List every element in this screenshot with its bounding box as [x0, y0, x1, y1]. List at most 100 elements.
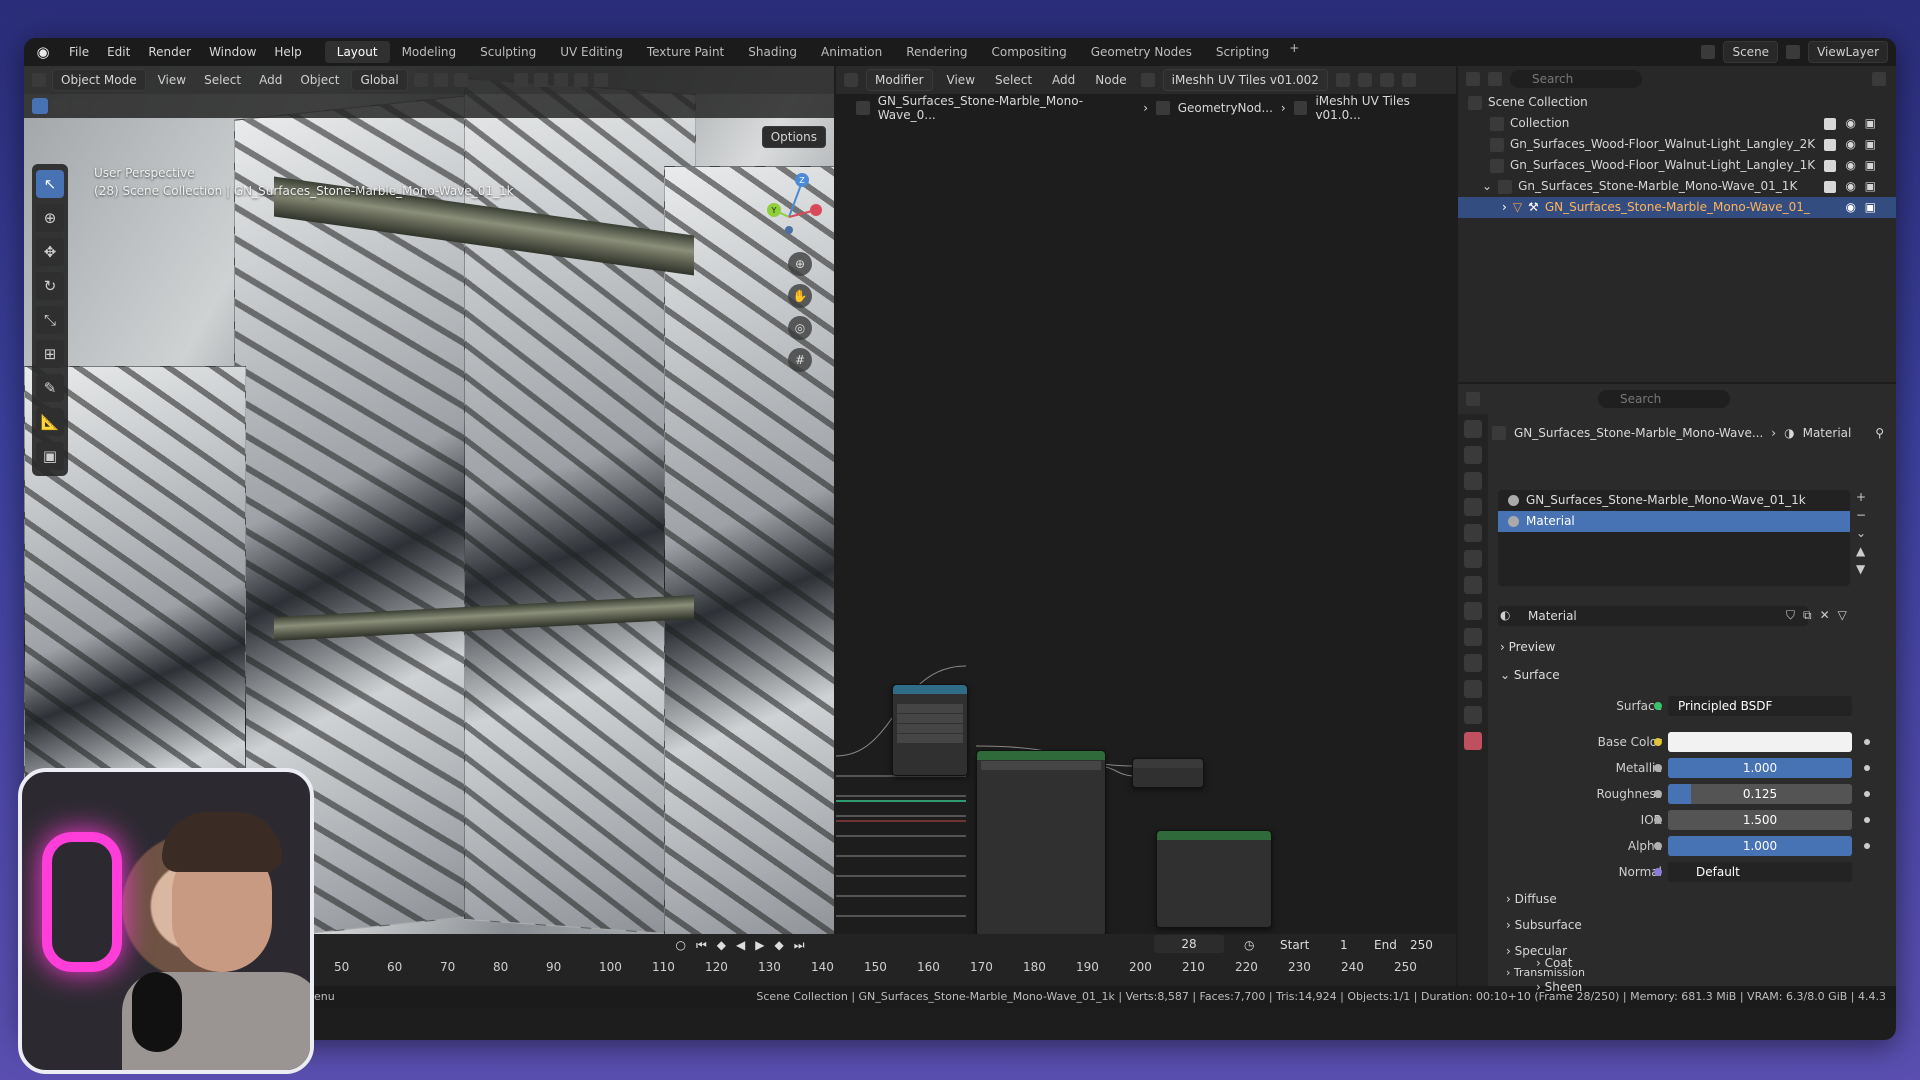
alpha-slider[interactable]: 1.000 — [1668, 836, 1852, 856]
subsurface-subpanel[interactable]: › Subsurface — [1506, 914, 1582, 936]
keyframe-dot-icon[interactable] — [1864, 843, 1870, 849]
scene-selector[interactable]: Scene — [1723, 41, 1779, 63]
menu-edit[interactable]: Edit — [98, 45, 139, 59]
render-tab-icon[interactable] — [1464, 446, 1482, 464]
material-datablock-field[interactable]: Material — [1498, 606, 1808, 626]
color-socket-icon[interactable] — [1654, 738, 1662, 746]
sheen-subpanel[interactable]: › Sheen — [1536, 980, 1582, 994]
add-workspace-button[interactable]: + — [1281, 41, 1307, 63]
properties-editor[interactable]: Search GN_Surfaces_Stone-Marble_Mono-Wav… — [1458, 384, 1896, 990]
exclude-checkbox[interactable] — [1824, 180, 1836, 193]
play-icon[interactable]: ▶ — [755, 938, 764, 952]
eye-icon[interactable]: ◉ — [1846, 197, 1856, 218]
filter-icon[interactable] — [1872, 72, 1886, 86]
overlay-toggle-icon[interactable] — [553, 73, 568, 87]
keyframe-dot-icon[interactable] — [1864, 739, 1870, 745]
move-down-icon[interactable]: ▼ — [1856, 562, 1866, 576]
select-new-icon[interactable] — [32, 98, 48, 114]
tab-modeling[interactable]: Modeling — [390, 41, 469, 63]
viewport-menu-view[interactable]: View — [152, 73, 192, 87]
tab-uv-editing[interactable]: UV Editing — [548, 41, 635, 63]
next-keyframe-icon[interactable]: ◆ — [774, 938, 783, 952]
display-mode-icon[interactable] — [1488, 72, 1502, 86]
surface-panel-header[interactable]: ⌄ Surface — [1500, 664, 1560, 686]
pan-hand-icon[interactable]: ✋ — [788, 284, 812, 308]
menu-window[interactable]: Window — [200, 45, 265, 59]
value-socket-icon[interactable] — [1654, 790, 1662, 798]
viewport-menu-object[interactable]: Object — [294, 73, 345, 87]
tab-rendering[interactable]: Rendering — [894, 41, 979, 63]
pin-icon[interactable]: ⚲ — [1875, 426, 1884, 440]
proportional-edit-icon[interactable] — [453, 73, 468, 87]
outliner-row-scene-collection[interactable]: Scene Collection — [1458, 92, 1896, 113]
keyframe-dot-icon[interactable] — [1864, 817, 1870, 823]
duplicate-material-icon[interactable]: ⧉ — [1803, 608, 1812, 623]
base-color-swatch[interactable] — [1668, 732, 1852, 752]
xray-icon[interactable] — [573, 73, 588, 87]
eye-icon[interactable]: ◉ — [1846, 155, 1856, 176]
outliner-row-walnut-2k[interactable]: Gn_Surfaces_Wood-Floor_Walnut-Light_Lang… — [1458, 134, 1896, 155]
shader-socket-icon[interactable] — [1654, 702, 1662, 710]
slot-menu-chevron-icon[interactable]: ⌄ — [1856, 526, 1866, 540]
value-socket-icon[interactable] — [1654, 764, 1662, 772]
transform-tool-icon[interactable]: ⊞ — [36, 340, 64, 368]
scale-tool-icon[interactable]: ⤡ — [36, 306, 64, 334]
zoom-icon[interactable]: ⊕ — [788, 252, 812, 276]
value-socket-icon[interactable] — [1654, 842, 1662, 850]
move-up-icon[interactable]: ▲ — [1856, 544, 1866, 558]
material-browse-icon[interactable]: ◐ — [1500, 608, 1510, 622]
select-invert-icon[interactable] — [92, 98, 108, 114]
constraints-tab-icon[interactable] — [1464, 680, 1482, 698]
object-tab-icon[interactable] — [1464, 576, 1482, 594]
parameters-node[interactable] — [1156, 830, 1272, 928]
material-slot-list[interactable]: GN_Surfaces_Stone-Marble_Mono-Wave_01_1k… — [1498, 490, 1850, 586]
menu-help[interactable]: Help — [265, 45, 310, 59]
tab-animation[interactable]: Animation — [809, 41, 894, 63]
gizmo-toggle-icon[interactable] — [533, 73, 548, 87]
output-tab-icon[interactable] — [1464, 472, 1482, 490]
keyframe-dot-icon[interactable] — [1864, 791, 1870, 797]
group-node[interactable] — [976, 750, 1106, 936]
scene-tab-icon[interactable] — [1464, 524, 1482, 542]
group-output-node[interactable] — [1132, 758, 1204, 788]
keyframe-record-icon[interactable]: ○ — [675, 938, 685, 952]
end-frame-field[interactable]: 250 — [1410, 938, 1433, 952]
tab-layout[interactable]: Layout — [324, 41, 390, 63]
roughness-slider[interactable]: 0.125 — [1668, 784, 1852, 804]
cursor-tool-icon[interactable]: ⊕ — [36, 204, 64, 232]
camera-view-icon[interactable]: ◎ — [788, 316, 812, 340]
clock-icon[interactable]: ◷ — [1244, 938, 1254, 952]
outliner-row-walnut-1k[interactable]: Gn_Surfaces_Wood-Floor_Walnut-Light_Lang… — [1458, 155, 1896, 176]
pivot-icon[interactable] — [413, 73, 428, 87]
select-subtract-icon[interactable] — [72, 98, 88, 114]
move-tool-icon[interactable]: ✥ — [36, 238, 64, 266]
tab-geometry-nodes[interactable]: Geometry Nodes — [1079, 41, 1204, 63]
tab-texture-paint[interactable]: Texture Paint — [635, 41, 736, 63]
outliner-row-marble-object[interactable]: › ▽ ⚒ GN_Surfaces_Stone-Marble_Mono-Wave… — [1458, 197, 1896, 218]
world-tab-icon[interactable] — [1464, 550, 1482, 568]
visibility-icon[interactable] — [513, 73, 528, 87]
camera-icon[interactable]: ▣ — [1865, 197, 1876, 218]
blender-logo-icon[interactable]: ◉ — [32, 41, 54, 63]
outliner[interactable]: Search Scene Collection Collection ◉ ▣ G… — [1458, 66, 1896, 382]
object-mode-dropdown[interactable]: Object Mode — [52, 69, 146, 91]
tab-sculpting[interactable]: Sculpting — [468, 41, 548, 63]
remove-slot-button[interactable]: − — [1856, 508, 1866, 522]
select-extend-icon[interactable] — [52, 98, 68, 114]
modifier-tab-icon[interactable] — [1464, 602, 1482, 620]
menu-render[interactable]: Render — [139, 45, 200, 59]
gizmo-x-axis[interactable] — [810, 204, 822, 216]
add-slot-button[interactable]: + — [1856, 490, 1866, 504]
diffuse-subpanel[interactable]: › Diffuse — [1506, 888, 1557, 910]
eye-icon[interactable]: ◉ — [1846, 134, 1856, 155]
outliner-type-icon[interactable] — [1466, 72, 1480, 86]
node-field[interactable] — [981, 761, 1101, 770]
tab-compositing[interactable]: Compositing — [979, 41, 1078, 63]
view-layer-tab-icon[interactable] — [1464, 498, 1482, 516]
ortho-grid-icon[interactable]: # — [788, 348, 812, 372]
camera-icon[interactable]: ▣ — [1865, 113, 1876, 134]
editor-type-icon[interactable] — [32, 73, 46, 87]
metallic-slider[interactable]: 1.000 — [1668, 758, 1852, 778]
node-editor[interactable]: Modifier View Select Add Node iMeshh UV … — [836, 66, 1456, 936]
material-tab-icon[interactable] — [1464, 732, 1482, 750]
